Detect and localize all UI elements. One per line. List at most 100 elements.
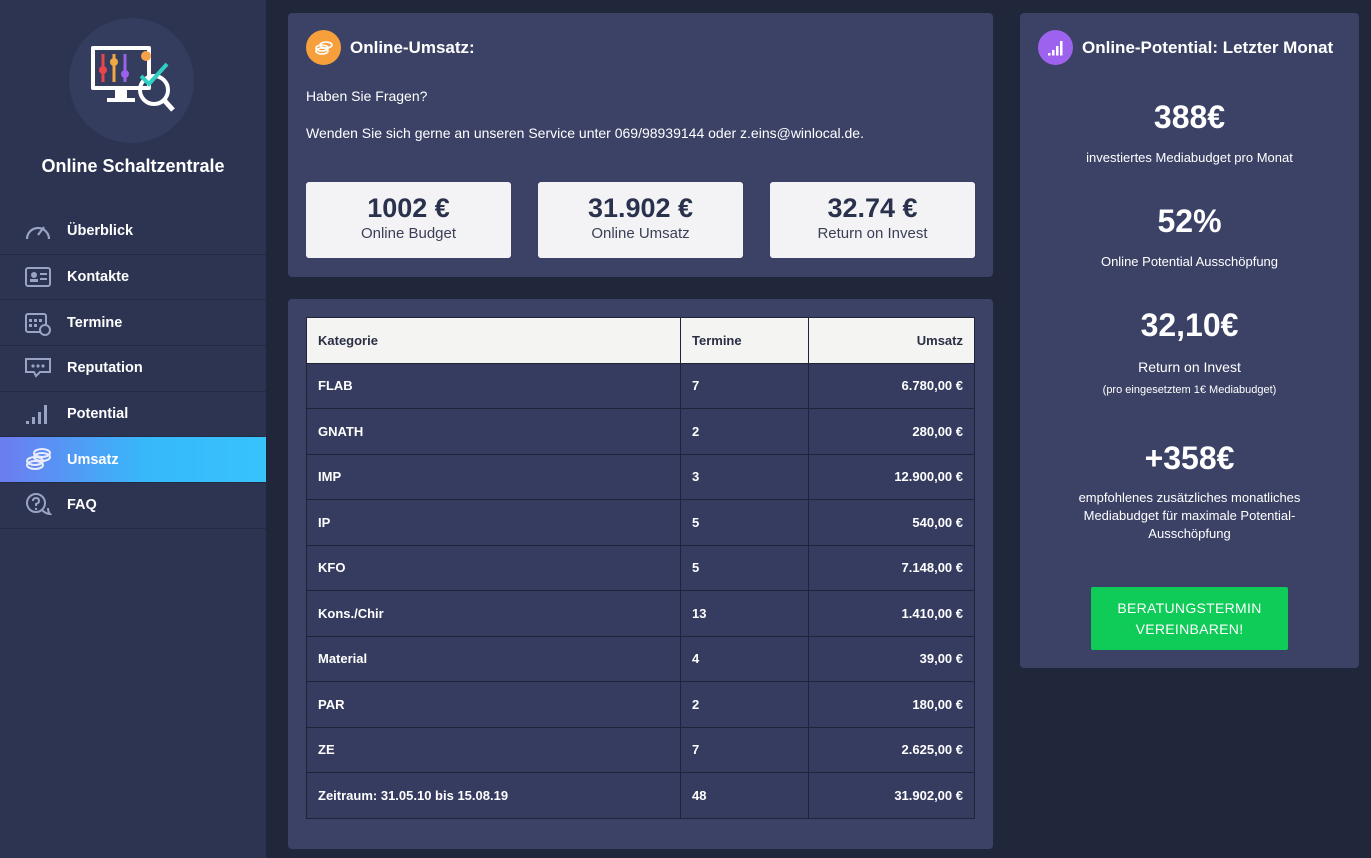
potential-panel: Online-Potential: Letzter Monat 388€ inv… xyxy=(1020,13,1359,668)
sidebar-item-ueberblick[interactable]: Überblick xyxy=(0,209,266,255)
calendar-icon xyxy=(23,308,52,337)
cta-line-2: VEREINBAREN! xyxy=(1135,620,1244,637)
contact-card-icon xyxy=(23,263,52,292)
sidebar-item-label: Überblick xyxy=(67,223,134,240)
cell-termine: 7 xyxy=(680,362,809,409)
signal-bars-icon xyxy=(23,400,52,429)
table-row: GNATH 2 280,00 € xyxy=(306,408,975,455)
brand-title: Online Schaltzentrale xyxy=(41,156,225,176)
cell-umsatz: 1.410,00 € xyxy=(808,590,975,637)
cell-termine-total: 48 xyxy=(680,772,809,819)
cell-kategorie: IP xyxy=(306,499,681,546)
sidebar-item-label: Reputation xyxy=(67,360,143,377)
chat-bubble-icon xyxy=(23,354,52,383)
sidebar-item-label: Termine xyxy=(67,314,123,331)
stat-value: 32.74 € xyxy=(827,193,918,223)
sidebar-item-termine[interactable]: Termine xyxy=(0,300,266,347)
budget-label: investiertes Mediabudget pro Monat xyxy=(1086,150,1293,165)
table-row: IP 5 540,00 € xyxy=(306,499,975,546)
sidebar-item-faq[interactable]: FAQ xyxy=(0,483,266,529)
table-row: PAR 2 180,00 € xyxy=(306,681,975,728)
stat-card-umsatz: 31.902 € Online Umsatz xyxy=(538,182,743,258)
header-termine[interactable]: Termine xyxy=(680,317,809,364)
sidebar: Online Schaltzentrale Überblick Kontakte… xyxy=(0,0,266,858)
stat-value: 1002 € xyxy=(367,193,450,223)
roi-label: Return on Invest xyxy=(1138,359,1241,375)
cell-kategorie: Kons./Chir xyxy=(306,590,681,637)
cell-umsatz: 2.625,00 € xyxy=(808,726,975,773)
header-umsatz[interactable]: Umsatz xyxy=(808,317,975,364)
cell-kategorie: Material xyxy=(306,635,681,682)
table-row: Material 4 39,00 € xyxy=(306,635,975,682)
question-text: Haben Sie Fragen? xyxy=(306,88,428,104)
monitor-analytics-icon xyxy=(91,46,175,112)
coins-icon xyxy=(306,30,341,65)
extra-label-line-3: Ausschöpfung xyxy=(1148,526,1231,541)
revenue-table-panel: Kategorie Termine Umsatz FLAB 7 6.780,00… xyxy=(288,299,993,849)
cell-kategorie: ZE xyxy=(306,726,681,773)
cell-umsatz: 180,00 € xyxy=(808,681,975,728)
cell-umsatz: 39,00 € xyxy=(808,635,975,682)
percent-label: Online Potential Ausschöpfung xyxy=(1100,254,1279,269)
cta-line-1: BERATUNGSTERMIN xyxy=(1117,599,1262,616)
table-row: Kons./Chir 13 1.410,00 € xyxy=(306,590,975,637)
question-bubble-icon xyxy=(23,491,52,520)
cell-termine: 3 xyxy=(680,453,809,500)
sidebar-item-reputation[interactable]: Reputation xyxy=(0,346,266,392)
cell-kategorie: FLAB xyxy=(306,362,681,409)
stat-card-roi: 32.74 € Return on Invest xyxy=(770,182,975,258)
umsatz-panel-title: Online-Umsatz: xyxy=(306,30,475,65)
stat-label: Online Budget xyxy=(360,225,457,242)
sidebar-item-label: Kontakte xyxy=(67,269,130,286)
sidebar-item-label: Umsatz xyxy=(67,451,119,468)
roi-note: (pro eingesetztem 1€ Mediabudget) xyxy=(1102,384,1277,396)
umsatz-title-text: Online-Umsatz: xyxy=(350,37,475,57)
table-header-row: Kategorie Termine Umsatz xyxy=(306,317,975,364)
sidebar-item-kontakte[interactable]: Kontakte xyxy=(0,255,266,301)
extra-label-line-1: empfohlenes zusätzliches monatliches xyxy=(1078,490,1301,505)
cell-umsatz-total: 31.902,00 € xyxy=(808,772,975,819)
cell-umsatz: 6.780,00 € xyxy=(808,362,975,409)
cell-zeitraum: Zeitraum: 31.05.10 bis 15.08.19 xyxy=(306,772,681,819)
cell-kategorie: KFO xyxy=(306,544,681,591)
cell-termine: 5 xyxy=(680,544,809,591)
coins-icon xyxy=(23,445,52,474)
cell-termine: 2 xyxy=(680,681,809,728)
book-consultation-button[interactable]: BERATUNGSTERMIN VEREINBAREN! xyxy=(1091,587,1288,650)
stat-label: Online Umsatz xyxy=(591,225,690,242)
umsatz-panel: Online-Umsatz: Haben Sie Fragen? Wenden … xyxy=(288,13,993,277)
sidebar-item-potential[interactable]: Potential xyxy=(0,392,266,438)
sidebar-nav: Überblick Kontakte Termine Reputation Po… xyxy=(0,209,266,529)
extra-value: +358€ xyxy=(1144,440,1235,476)
stat-value: 31.902 € xyxy=(587,193,694,223)
potential-panel-title: Online-Potential: Letzter Monat xyxy=(1038,30,1333,65)
cell-umsatz: 280,00 € xyxy=(808,408,975,455)
revenue-table: Kategorie Termine Umsatz FLAB 7 6.780,00… xyxy=(306,317,975,819)
cell-umsatz: 12.900,00 € xyxy=(808,453,975,500)
sidebar-item-label: Potential xyxy=(67,406,129,423)
cell-termine: 13 xyxy=(680,590,809,637)
sidebar-item-umsatz[interactable]: Umsatz xyxy=(0,437,266,484)
logo xyxy=(69,18,194,143)
cell-umsatz: 7.148,00 € xyxy=(808,544,975,591)
cell-umsatz: 540,00 € xyxy=(808,499,975,546)
cell-termine: 4 xyxy=(680,635,809,682)
table-row: FLAB 7 6.780,00 € xyxy=(306,362,975,409)
sidebar-item-label: FAQ xyxy=(67,497,97,514)
table-total-row: Zeitraum: 31.05.10 bis 15.08.19 48 31.90… xyxy=(306,772,975,819)
signal-bars-icon xyxy=(1038,30,1073,65)
table-row: ZE 7 2.625,00 € xyxy=(306,726,975,773)
roi-value: 32,10€ xyxy=(1140,307,1239,343)
potential-title-text: Online-Potential: Letzter Monat xyxy=(1082,37,1334,57)
budget-value: 388€ xyxy=(1153,99,1226,135)
cell-termine: 7 xyxy=(680,726,809,773)
cell-termine: 5 xyxy=(680,499,809,546)
header-kategorie[interactable]: Kategorie xyxy=(306,317,681,364)
cell-kategorie: IMP xyxy=(306,453,681,500)
cell-termine: 2 xyxy=(680,408,809,455)
extra-label-line-2: Mediabudget für maximale Potential- xyxy=(1083,508,1296,523)
speedometer-icon xyxy=(23,217,52,246)
cell-kategorie: GNATH xyxy=(306,408,681,455)
stat-label: Return on Invest xyxy=(817,225,928,242)
percent-value: 52% xyxy=(1157,203,1222,239)
